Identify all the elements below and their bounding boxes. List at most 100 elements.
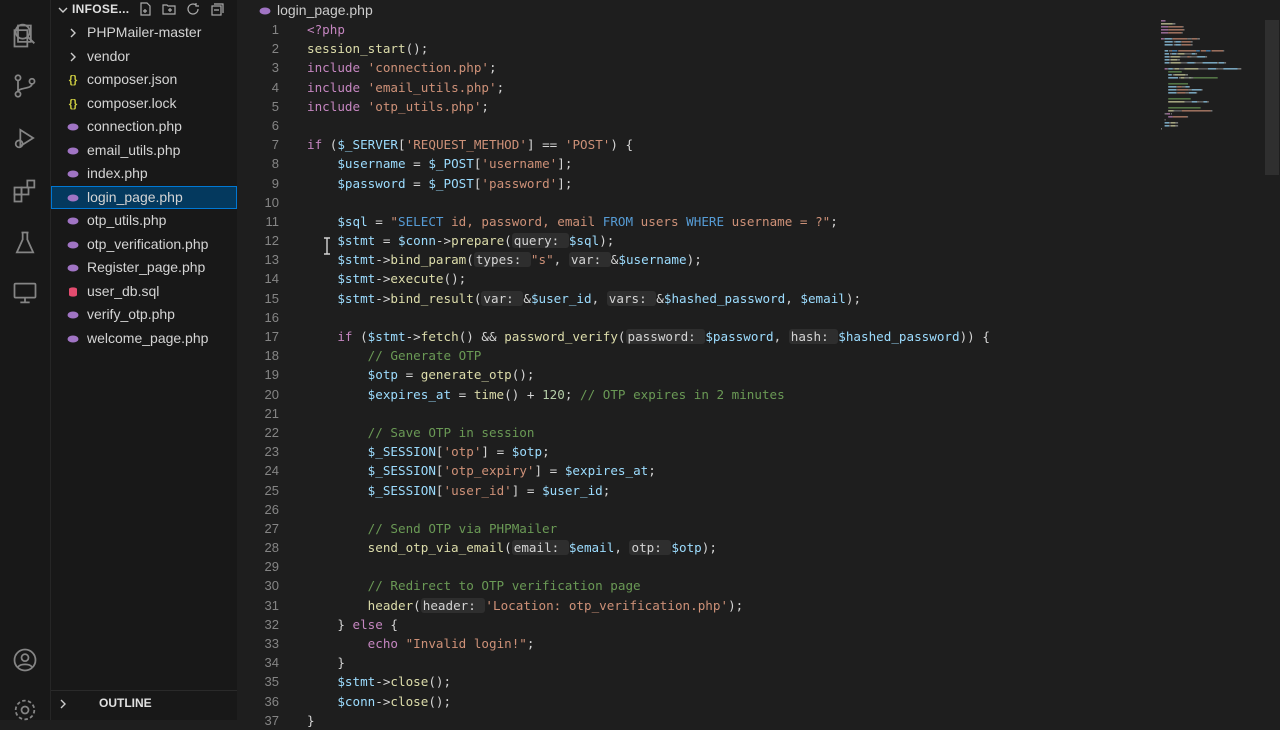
code-token: (: [617, 329, 626, 344]
line-number: 1: [271, 22, 279, 37]
remote-explorer-icon[interactable]: [11, 279, 39, 307]
tree-item-welcome-page-php[interactable]: welcome_page.php: [51, 327, 237, 351]
tree-item-user-db-sql[interactable]: user_db.sql: [51, 280, 237, 304]
minimap-token: [1179, 56, 1181, 58]
source-control-icon[interactable]: [11, 72, 39, 100]
code-line[interactable]: 17 if ($stmt->fetch() && password_verify…: [237, 327, 1157, 346]
json-file-icon: {}: [68, 97, 78, 110]
tree-item-connection-php[interactable]: connection.php: [51, 115, 237, 139]
tree-item-otp-verification-php[interactable]: otp_verification.php: [51, 233, 237, 257]
code-line[interactable]: 22 // Save OTP in session: [237, 423, 1157, 442]
tree-item-label: vendor: [87, 47, 130, 64]
new-file-icon[interactable]: [137, 1, 153, 17]
code-editor[interactable]: 1 <?php 2 session_start(); 3 include 'connect…: [237, 20, 1157, 730]
tree-item-vendor-folder[interactable]: vendor: [51, 45, 237, 69]
vertical-scrollbar[interactable]: [1265, 20, 1279, 175]
minimap-token: [1164, 119, 1166, 121]
code-line[interactable]: 37}: [237, 711, 1157, 730]
code-line[interactable]: 28 send_otp_via_email(email: $email, otp…: [237, 538, 1157, 557]
tree-item-verify-otp-php[interactable]: verify_otp.php: [51, 303, 237, 327]
code-line[interactable]: 6: [237, 116, 1157, 135]
code-line[interactable]: 33 echo "Invalid login!";: [237, 634, 1157, 653]
extensions-icon[interactable]: [11, 177, 39, 205]
code-line[interactable]: 12 $stmt = $conn->prepare(query: $sql);: [237, 231, 1157, 250]
code-line[interactable]: 7 if ($_SERVER['REQUEST_METHOD'] == 'POST…: [237, 135, 1157, 154]
code-line[interactable]: 1 <?php: [237, 20, 1157, 39]
code-token: ,: [591, 290, 607, 306]
tree-item-composer-lock[interactable]: {} composer.lock: [51, 92, 237, 116]
tree-item-otp-utils-php[interactable]: otp_utils.php: [51, 209, 237, 233]
minimap-token: [1187, 38, 1192, 40]
code-token: username = ?": [724, 213, 831, 229]
tree-item-index-php[interactable]: index.php: [51, 162, 237, 186]
outline-section-header[interactable]: OUTLINE: [51, 690, 237, 715]
tree-item-phpmailer-folder[interactable]: PHPMailer-master: [51, 21, 237, 45]
minimap-token: [1224, 62, 1227, 64]
code-line[interactable]: 2 session_start();: [237, 39, 1157, 58]
code-line[interactable]: 18 // Generate OTP: [237, 346, 1157, 365]
code-line[interactable]: 34 }: [237, 653, 1157, 672]
code-line[interactable]: 24 $_SESSION['otp_expiry'] = $expires_at…: [237, 461, 1157, 480]
minimap-token: [1168, 74, 1172, 76]
code-line[interactable]: 23 $_SESSION['otp'] = $otp;: [237, 442, 1157, 461]
tree-item-label: composer.lock: [87, 94, 177, 111]
code-line[interactable]: 36 $conn->close();: [237, 692, 1157, 711]
code-token: $stmt: [307, 674, 376, 690]
minimap-token: [1201, 62, 1203, 64]
code-line[interactable]: 29: [237, 557, 1157, 576]
testing-icon[interactable]: [11, 229, 39, 257]
code-line[interactable]: 25 $_SESSION['user_id'] = $user_id;: [237, 481, 1157, 500]
code-token: bind_result: [390, 290, 474, 306]
line-number: 26: [264, 501, 279, 517]
minimap-token: [1161, 128, 1162, 130]
code-line[interactable]: 14 $stmt->execute();: [237, 269, 1157, 288]
line-number: 11: [265, 213, 280, 229]
code-line[interactable]: 26: [237, 500, 1157, 519]
code-token: $email: [568, 540, 615, 556]
code-line[interactable]: 35 $stmt->close();: [237, 672, 1157, 691]
search-icon[interactable]: [11, 20, 39, 48]
code-line[interactable]: 27 // Send OTP via PHPMailer: [237, 519, 1157, 538]
code-line[interactable]: 20 $expires_at = time() + 120; // OTP ex…: [237, 385, 1157, 404]
code-line[interactable]: 13 $stmt->bind_param(types: "s", var: &$…: [237, 250, 1157, 269]
code-line[interactable]: 10: [237, 193, 1157, 212]
minimap-token: [1170, 125, 1176, 127]
code-line[interactable]: 8 $username = $_POST['username'];: [237, 154, 1157, 173]
new-folder-icon[interactable]: [161, 1, 177, 17]
code-line[interactable]: 15 $stmt->bind_result(var: &$user_id, va…: [237, 289, 1157, 308]
line-number: 24: [264, 463, 279, 479]
line-content: $username = $_POST['username'];: [307, 154, 572, 173]
tree-item-login-page-php[interactable]: login_page.php: [51, 185, 237, 209]
minimap-token: [1191, 101, 1198, 103]
code-line[interactable]: 11 $sql = "SELECT id, password, email FR…: [237, 212, 1157, 231]
minimap[interactable]: [1159, 18, 1269, 268]
code-line[interactable]: 21: [237, 404, 1157, 423]
code-line[interactable]: 32 } else {: [237, 615, 1157, 634]
collapse-all-icon[interactable]: [209, 1, 225, 17]
explorer-header[interactable]: INFOSE...: [51, 0, 237, 20]
code-line[interactable]: 4 include 'email_utils.php';: [237, 78, 1157, 97]
refresh-icon[interactable]: [185, 1, 201, 17]
code-line[interactable]: 31 header(header: 'Location: otp_verific…: [237, 596, 1157, 615]
tree-item-label: otp_verification.php: [87, 235, 209, 252]
tree-item-email-utils-php[interactable]: email_utils.php: [51, 139, 237, 163]
code-token: ] =: [481, 444, 512, 460]
code-line[interactable]: 30 // Redirect to OTP verification page: [237, 576, 1157, 595]
code-line[interactable]: 16: [237, 308, 1157, 327]
minimap-token: [1216, 68, 1218, 70]
line-number: 13: [264, 252, 279, 268]
code-line[interactable]: 5 include 'otp_utils.php';: [237, 97, 1157, 116]
code-line[interactable]: 19 $otp = generate_otp();: [237, 365, 1157, 384]
account-icon[interactable]: [11, 646, 39, 674]
minimap-token: [1164, 59, 1170, 61]
php-file-icon: [67, 262, 79, 274]
tree-item-register-page-php[interactable]: Register_page.php: [51, 256, 237, 280]
code-token: ->: [375, 674, 391, 690]
run-debug-icon[interactable]: [11, 124, 39, 152]
minimap-token: [1167, 68, 1169, 70]
code-line[interactable]: 9 $password = $_POST['password'];: [237, 174, 1157, 193]
code-token: $password: [307, 175, 406, 191]
code-line[interactable]: 3 include 'connection.php';: [237, 58, 1157, 77]
tree-item-composer-json[interactable]: {} composer.json: [51, 68, 237, 92]
code-token: $sql: [307, 213, 368, 229]
